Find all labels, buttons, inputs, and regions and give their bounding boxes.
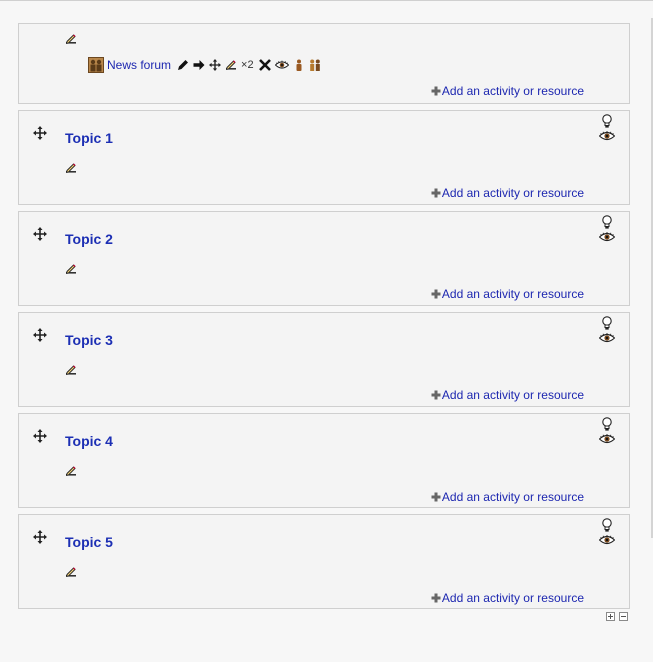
indent-arrow-icon[interactable]: [193, 59, 205, 71]
section-topic-3: Topic 3 Add an activity or resource: [18, 312, 630, 407]
lightbulb-icon[interactable]: [601, 518, 613, 533]
top-divider: [0, 0, 653, 1]
edit-icon[interactable]: [65, 33, 77, 45]
expand-all-icon[interactable]: [606, 612, 615, 621]
section-controls: [597, 518, 617, 545]
plus-icon: [431, 492, 441, 502]
edit-settings-icon[interactable]: [225, 59, 237, 71]
add-activity-link[interactable]: Add an activity or resource: [431, 591, 584, 605]
topic-title[interactable]: Topic 4: [65, 433, 113, 449]
lightbulb-icon[interactable]: [601, 316, 613, 331]
edit-icon[interactable]: [65, 364, 77, 376]
delete-icon[interactable]: [259, 59, 271, 71]
topic-title[interactable]: Topic 5: [65, 534, 113, 550]
add-activity-label: Add an activity or resource: [441, 388, 584, 402]
section-controls: [597, 316, 617, 343]
eye-icon[interactable]: [599, 131, 615, 141]
plus-icon: [431, 593, 441, 603]
lightbulb-icon[interactable]: [601, 215, 613, 230]
eye-icon[interactable]: [599, 333, 615, 343]
section-topic-5: Topic 5 Add an activity or resource: [18, 514, 630, 609]
pencil-icon[interactable]: [177, 59, 189, 71]
lightbulb-icon[interactable]: [601, 417, 613, 432]
topic-title[interactable]: Topic 1: [65, 130, 113, 146]
eye-icon[interactable]: [599, 434, 615, 444]
lightbulb-icon[interactable]: [601, 114, 613, 129]
topic-title[interactable]: Topic 2: [65, 231, 113, 247]
group-mode-label[interactable]: ×2: [241, 59, 254, 71]
add-activity-link[interactable]: Add an activity or resource: [431, 287, 584, 301]
news-forum-link[interactable]: News forum: [107, 58, 171, 72]
plus-icon: [431, 390, 441, 400]
eye-icon[interactable]: [275, 59, 289, 71]
edit-icon[interactable]: [65, 465, 77, 477]
section-topic-4: Topic 4 Add an activity or resource: [18, 413, 630, 508]
edit-icon[interactable]: [65, 263, 77, 275]
activity-news-forum: News forum ×2: [88, 56, 325, 74]
add-activity-link[interactable]: Add an activity or resource: [431, 388, 584, 402]
move-icon[interactable]: [209, 59, 221, 71]
section-topic-1: Topic 1 Add an activity or resource: [18, 110, 630, 205]
eye-icon[interactable]: [599, 535, 615, 545]
section-topic-2: Topic 2 Add an activity or resource: [18, 211, 630, 306]
add-activity-label: Add an activity or resource: [441, 287, 584, 301]
move-icon[interactable]: [33, 429, 47, 443]
person-icon[interactable]: [293, 59, 305, 71]
collapse-all-icon[interactable]: [619, 612, 628, 621]
add-activity-link[interactable]: Add an activity or resource: [431, 84, 584, 98]
plus-icon: [431, 188, 441, 198]
plus-icon: [431, 289, 441, 299]
expand-collapse-controls: [606, 612, 628, 621]
topic-title[interactable]: Topic 3: [65, 332, 113, 348]
move-icon[interactable]: [33, 126, 47, 140]
add-activity-label: Add an activity or resource: [441, 490, 584, 504]
eye-icon[interactable]: [599, 232, 615, 242]
section-controls: [597, 215, 617, 242]
move-icon[interactable]: [33, 227, 47, 241]
section-controls: [597, 114, 617, 141]
move-icon[interactable]: [33, 328, 47, 342]
add-activity-link[interactable]: Add an activity or resource: [431, 490, 584, 504]
move-icon[interactable]: [33, 530, 47, 544]
forum-icon[interactable]: [88, 57, 104, 73]
edit-icon[interactable]: [65, 162, 77, 174]
add-activity-label: Add an activity or resource: [441, 591, 584, 605]
plus-icon: [431, 86, 441, 96]
assign-roles-icon[interactable]: [309, 59, 321, 71]
edit-icon[interactable]: [65, 566, 77, 578]
add-activity-label: Add an activity or resource: [441, 84, 584, 98]
add-activity-link[interactable]: Add an activity or resource: [431, 186, 584, 200]
section-controls: [597, 417, 617, 444]
add-activity-label: Add an activity or resource: [441, 186, 584, 200]
section-general: News forum ×2 Add an activity or resourc…: [18, 23, 630, 104]
